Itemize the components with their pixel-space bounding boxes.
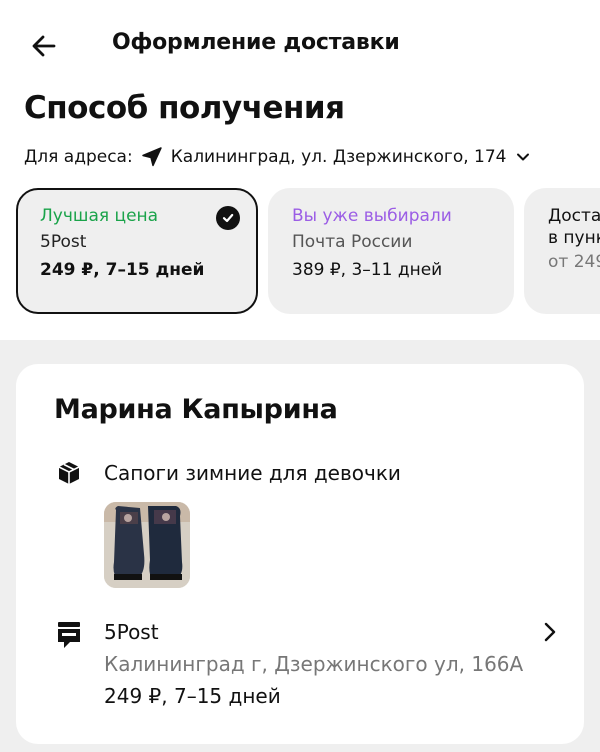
delivery-options: Лучшая цена 5Post 249 ₽, 7–15 дней Вы уж… <box>16 188 600 314</box>
navigation-arrow-icon <box>141 146 163 168</box>
delivery-carrier: 5Post <box>104 620 159 644</box>
checkmark-icon <box>216 206 240 230</box>
delivery-option-5post[interactable]: Лучшая цена 5Post 249 ₽, 7–15 дней <box>16 188 258 314</box>
option-carrier: 5Post <box>40 232 87 252</box>
chevron-right-icon[interactable] <box>538 620 562 644</box>
item-name: Сапоги зимние для девочки <box>104 461 401 485</box>
address-selector[interactable]: Для адреса: Калининград, ул. Дзержинског… <box>24 144 530 170</box>
option-tag: Вы уже выбирали <box>292 206 452 226</box>
item-thumbnail[interactable] <box>104 502 190 588</box>
option-tag: Лучшая цена <box>40 206 159 226</box>
option-carrier: Почта России <box>292 232 413 252</box>
address-value: Калининград, ул. Дзержинского, 174 <box>170 147 507 167</box>
item-row: Сапоги зимние для девочки <box>56 460 401 486</box>
arrow-left-icon <box>32 35 56 57</box>
option-price: от 249 <box>548 252 600 272</box>
section-title: Способ получения <box>24 90 345 126</box>
option-title-line1: Доста <box>548 206 600 226</box>
option-price: 389 ₽, 3–11 дней <box>292 260 443 280</box>
page-title: Оформление доставки <box>112 30 400 55</box>
delivery-price: 249 ₽, 7–15 дней <box>104 684 281 708</box>
option-title-line2: в пунк <box>548 228 600 248</box>
pickup-point-icon <box>56 620 82 650</box>
address-label: Для адреса: <box>24 147 133 167</box>
delivery-option-pickup[interactable]: Доста в пунк от 249 <box>524 188 600 314</box>
delivery-address: Калининград г, Дзержинского ул, 166А <box>104 652 524 676</box>
order-card: Марина Капырина Сапоги зимние для девочк… <box>16 364 584 744</box>
option-price: 249 ₽, 7–15 дней <box>40 260 205 280</box>
chevron-down-icon <box>516 150 530 164</box>
header: Оформление доставки <box>0 0 600 90</box>
package-icon <box>56 460 82 486</box>
delivery-option-russian-post[interactable]: Вы уже выбирали Почта России 389 ₽, 3–11… <box>268 188 514 314</box>
recipient-name: Марина Капырина <box>54 394 338 425</box>
back-button[interactable] <box>26 28 62 64</box>
